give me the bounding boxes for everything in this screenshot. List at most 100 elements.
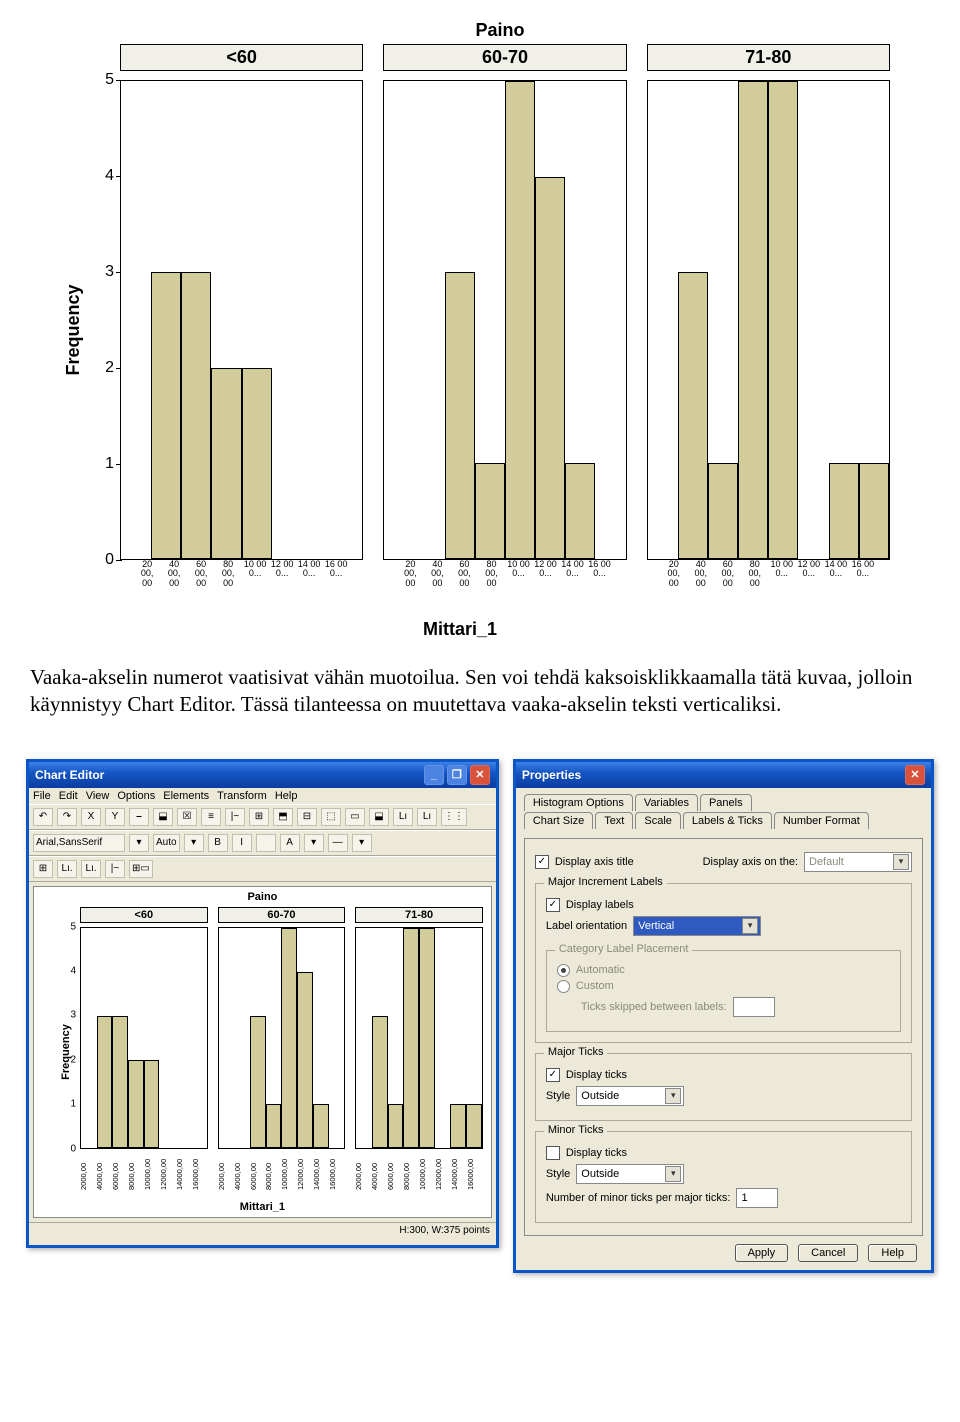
toolbar-button[interactable]: ☒	[177, 808, 197, 826]
x-tick: 12 00 0...	[797, 560, 820, 604]
x-tick: 16 00 0...	[851, 560, 874, 604]
font-combo[interactable]: Arial,SansSerif	[33, 834, 125, 852]
toolbar-button[interactable]: Lı.	[81, 860, 101, 878]
tab[interactable]: Number Format	[774, 812, 869, 829]
toolbar-button[interactable]: |~	[105, 860, 125, 878]
toolbar-1[interactable]: ↶↷XY⎯⬓☒≡|~⊞⬒⊟⬚▭⬓LıLı⋮⋮	[29, 804, 496, 830]
tab[interactable]: Panels	[700, 794, 752, 811]
toolbar-button[interactable]: ⊞▭	[129, 860, 153, 878]
tab[interactable]: Chart Size	[524, 812, 593, 829]
label-orientation-combo[interactable]: Vertical ▾	[633, 916, 761, 936]
major-display-ticks-checkbox[interactable]: ✓ Display ticks	[546, 1068, 901, 1082]
chart-canvas[interactable]: Paino <6060-7071-80 Frequency 012345 200…	[33, 886, 492, 1218]
x-tick: 14 00 0...	[561, 560, 584, 604]
x-tick: 20 00, 00	[399, 560, 422, 604]
x-tick: 80 00, 00	[743, 560, 766, 604]
toolbar-button[interactable]: ▭	[345, 808, 365, 826]
tab[interactable]: Labels & Ticks	[683, 812, 772, 829]
display-labels-checkbox[interactable]: ✓ Display labels	[546, 898, 901, 912]
minor-style-label: Style	[546, 1168, 570, 1180]
toolbar-button[interactable]: ▾	[184, 834, 204, 852]
toolbar-button[interactable]: ⊞	[33, 860, 53, 878]
toolbar-button[interactable]: B	[208, 834, 228, 852]
menu-item[interactable]: File	[33, 790, 51, 802]
mini-x-tick: 4000,00	[96, 1151, 112, 1191]
minor-display-ticks-checkbox[interactable]: Display ticks	[546, 1146, 901, 1160]
tab[interactable]: Variables	[635, 794, 698, 811]
toolbar-button[interactable]: Auto	[153, 834, 180, 852]
help-button[interactable]: Help	[868, 1244, 917, 1262]
toolbar-button[interactable]: ⬓	[369, 808, 389, 826]
bar	[242, 368, 272, 559]
toolbar-button[interactable]: ↷	[57, 808, 77, 826]
category-label-placement-group: Category Label Placement Automatic Custo…	[546, 950, 901, 1032]
toolbar-button[interactable]: ⋮⋮	[441, 808, 467, 826]
major-style-combo[interactable]: Outside ▾	[576, 1086, 684, 1106]
bar	[565, 463, 595, 559]
bar	[297, 972, 313, 1148]
bar	[403, 928, 419, 1148]
menubar[interactable]: File Edit View Options Elements Transform Help	[29, 788, 496, 804]
mini-x-tick: 4000,00	[371, 1151, 387, 1191]
tabs[interactable]: Histogram OptionsVariablesPanels Chart S…	[524, 794, 923, 834]
display-axis-title-checkbox[interactable]: ✓ Display axis title	[535, 855, 634, 869]
tab[interactable]: Histogram Options	[524, 794, 633, 811]
toolbar-3[interactable]: ⊞Lı.Lı.|~⊞▭	[29, 856, 496, 882]
apply-button[interactable]: Apply	[735, 1244, 789, 1262]
menu-item[interactable]: Options	[117, 790, 155, 802]
mini-x-tick: 6000,00	[112, 1151, 128, 1191]
toolbar-button[interactable]: ≡	[201, 808, 221, 826]
mini-x-tick: 14000,00	[176, 1151, 192, 1191]
toolbar-button[interactable]: Lı	[393, 808, 413, 826]
toolbar-button[interactable]: Lı.	[57, 860, 77, 878]
tab[interactable]: Text	[595, 812, 633, 829]
toolbar-button[interactable]: ⬓	[153, 808, 173, 826]
toolbar-button[interactable]: |~	[225, 808, 245, 826]
toolbar-button[interactable]: ⎯	[129, 808, 149, 826]
panel-title: 60-70	[383, 44, 626, 71]
mini-x-tick: 4000,00	[234, 1151, 250, 1191]
close-icon[interactable]: ✕	[470, 765, 490, 785]
toolbar-button[interactable]	[256, 834, 276, 852]
x-tick: 40 00, 00	[162, 560, 185, 604]
toolbar-button[interactable]: ⊟	[297, 808, 317, 826]
close-icon[interactable]: ✕	[905, 765, 925, 785]
cancel-button[interactable]: Cancel	[798, 1244, 858, 1262]
minor-style-combo[interactable]: Outside ▾	[576, 1164, 684, 1184]
toolbar-button[interactable]: —	[328, 834, 348, 852]
chevron-down-icon: ▾	[742, 918, 758, 934]
display-axis-on-combo[interactable]: Default ▾	[804, 852, 912, 872]
toolbar-button[interactable]: ▾	[304, 834, 324, 852]
bar	[678, 272, 708, 559]
toolbar-button[interactable]: Y	[105, 808, 125, 826]
menu-item[interactable]: Elements	[163, 790, 209, 802]
maximize-icon[interactable]: ❐	[447, 765, 467, 785]
toolbar-2[interactable]: Arial,SansSerif ▾Auto▾BIA▾—▾	[29, 830, 496, 856]
x-tick: 80 00, 00	[216, 560, 239, 604]
menu-item[interactable]: View	[86, 790, 110, 802]
menu-item[interactable]: Edit	[59, 790, 78, 802]
toolbar-button[interactable]: ↶	[33, 808, 53, 826]
mini-x-tick: 12000,00	[435, 1151, 451, 1191]
toolbar-button[interactable]: X	[81, 808, 101, 826]
x-tick: 60 00, 00	[189, 560, 212, 604]
bar	[388, 1104, 404, 1148]
toolbar-button[interactable]: ▾	[352, 834, 372, 852]
toolbar-button[interactable]: ⬚	[321, 808, 341, 826]
bar	[535, 177, 565, 559]
tab[interactable]: Scale	[635, 812, 681, 829]
x-tick: 14 00 0...	[824, 560, 847, 604]
minimize-icon[interactable]: _	[424, 765, 444, 785]
bar	[97, 1016, 113, 1148]
bar	[829, 463, 859, 559]
toolbar-button[interactable]: Lı	[417, 808, 437, 826]
menu-item[interactable]: Transform	[217, 790, 267, 802]
toolbar-button[interactable]: I	[232, 834, 252, 852]
toolbar-button[interactable]: ⊞	[249, 808, 269, 826]
toolbar-button[interactable]: A	[280, 834, 300, 852]
minor-num-input[interactable]: 1	[736, 1188, 778, 1208]
toolbar-button[interactable]: ▾	[129, 834, 149, 852]
menu-item[interactable]: Help	[275, 790, 298, 802]
minor-num-label: Number of minor ticks per major ticks:	[546, 1192, 731, 1204]
toolbar-button[interactable]: ⬒	[273, 808, 293, 826]
